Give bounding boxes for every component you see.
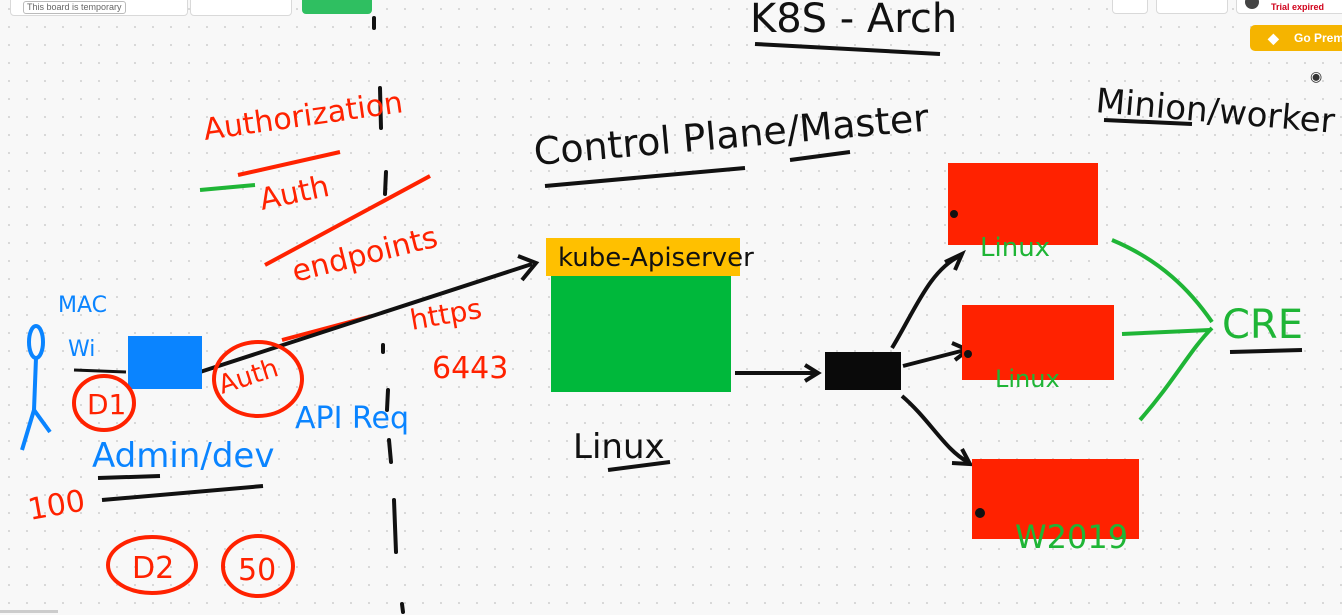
- https-label: https: [407, 292, 484, 337]
- auth-label: Auth: [256, 169, 332, 218]
- scheduler-box: [825, 352, 901, 390]
- d50-label: 50: [238, 553, 276, 588]
- admin-underline: [97, 474, 161, 480]
- mac-label: MAC: [58, 293, 107, 318]
- control-plane-box: [551, 276, 731, 392]
- worker-dot-2: [964, 350, 972, 358]
- control-plane-label: Control Plane/Master: [532, 96, 931, 174]
- api-req-label: API Req: [295, 401, 409, 436]
- count-label: 100: [25, 483, 87, 527]
- master-underline: [789, 150, 851, 162]
- win-label: Wi: [68, 337, 95, 362]
- cre-connectors: [1111, 238, 1214, 422]
- diagram-title: K8S - Arch: [750, 0, 957, 42]
- worker-dot-3: [975, 508, 985, 518]
- admin-label: Admin/dev: [92, 436, 274, 476]
- authorization-label: Authorization: [201, 85, 405, 148]
- admin-underline-2: [101, 484, 264, 502]
- apiserver-label: kube-Apiserver: [558, 243, 754, 273]
- d1-label: D1: [87, 388, 126, 421]
- user-figure: [20, 324, 52, 451]
- green-mark: [199, 183, 256, 192]
- endpoints-label: endpoints: [288, 220, 441, 290]
- control-os-label: Linux: [573, 427, 665, 467]
- worker-os-3: W2019: [1015, 518, 1128, 556]
- worker-dot-1: [950, 210, 958, 218]
- title-underline: [754, 42, 941, 56]
- cre-label: CRE: [1222, 302, 1303, 348]
- port-label: 6443: [432, 351, 508, 386]
- auth-circle-label: Auth: [215, 353, 282, 400]
- client-box: [128, 336, 202, 389]
- worker-os-1: Linux: [980, 233, 1050, 263]
- d2-label: D2: [132, 551, 174, 586]
- worker-arrows: [890, 249, 974, 467]
- workers-label: Minion/worker: [1094, 81, 1336, 142]
- control-plane-underline: [544, 166, 746, 188]
- client-line: [73, 368, 127, 374]
- cre-underline: [1229, 348, 1303, 354]
- whiteboard-canvas[interactable]: K8S - Arch Control Plane/Master Minion/w…: [0, 0, 1342, 615]
- worker-os-2: Linux: [995, 365, 1060, 393]
